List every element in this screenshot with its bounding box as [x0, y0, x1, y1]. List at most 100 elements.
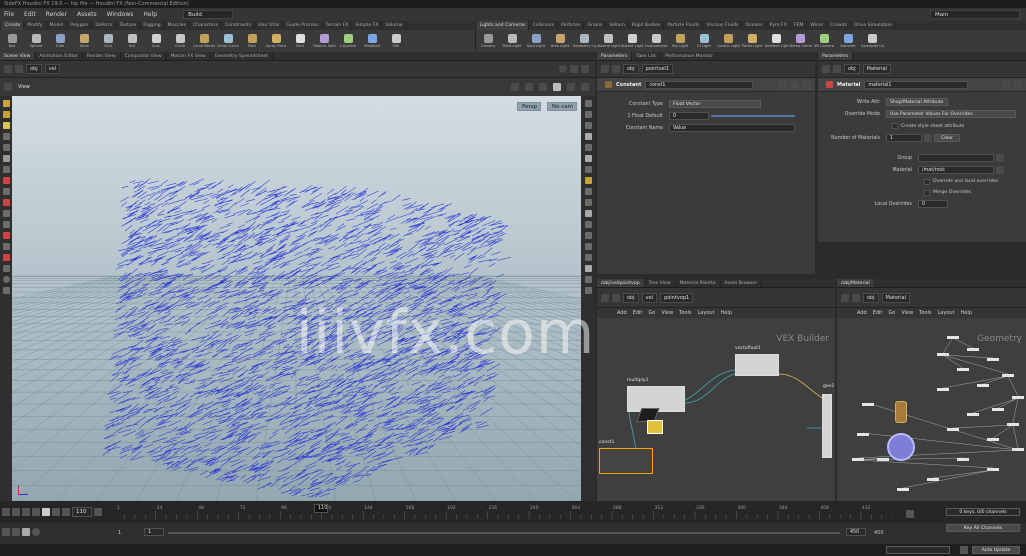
shelf-tab-simple-fx[interactable]: Simple FX — [352, 21, 383, 30]
key-options-icon[interactable] — [906, 510, 914, 518]
shelf-tab-model[interactable]: Model — [47, 21, 68, 30]
play-reverse-icon[interactable] — [22, 508, 30, 516]
shelf-tool-line[interactable]: Line — [144, 30, 168, 52]
playback-options-icon[interactable] — [22, 528, 30, 536]
menu-windows[interactable]: Windows — [105, 11, 136, 18]
key-all-channels-button[interactable]: Key All Channels — [946, 524, 1020, 532]
shelf-tool-spot-light[interactable]: Spot Light — [524, 30, 548, 52]
path-obj[interactable]: obj — [623, 64, 639, 74]
back-arrow-icon[interactable] — [822, 65, 830, 73]
backface-icon[interactable] — [584, 199, 592, 206]
forward-arrow-icon[interactable] — [612, 65, 620, 73]
material-path-field[interactable]: /mat/rock — [918, 166, 994, 174]
path-vel[interactable]: vel — [641, 292, 658, 303]
wireframe-icon[interactable] — [584, 133, 592, 140]
forward-arrow-icon[interactable] — [833, 65, 841, 73]
merge-overrides-checkbox[interactable] — [924, 189, 930, 196]
node-name-field[interactable]: const1 — [645, 80, 754, 89]
record-icon[interactable] — [2, 243, 10, 250]
shelf-tool-area-light[interactable]: Area Light — [548, 30, 572, 52]
persp-menu[interactable]: Persp — [517, 102, 541, 111]
viewport-layout-icon[interactable] — [581, 83, 589, 91]
range-end-field[interactable]: 450 — [846, 528, 866, 536]
shelf-tool-torus[interactable]: Torus — [72, 30, 96, 52]
shelf-tool-point-light[interactable]: Point Light — [500, 30, 524, 52]
shelf-tool-box[interactable]: Box — [0, 30, 24, 52]
shelf-tool-distant-light[interactable]: Distant Light — [620, 30, 644, 52]
local-overrides-checkbox[interactable] — [924, 178, 930, 185]
local-overrides-field[interactable]: 0 — [918, 200, 948, 208]
tab-parameters[interactable]: Parameters — [597, 52, 633, 60]
path-obj[interactable]: obj — [623, 292, 639, 303]
shelf-tab-particle-fluids[interactable]: Particle Fluids — [664, 21, 704, 30]
global-animation-icon[interactable] — [32, 528, 40, 536]
tab-scene-view[interactable]: Scene View — [0, 52, 36, 60]
guide-icon[interactable] — [584, 221, 592, 228]
clear-button[interactable]: Clear — [934, 134, 960, 142]
vectofloat-node[interactable] — [735, 354, 779, 376]
no-cam-menu[interactable]: No cam — [547, 102, 577, 111]
point-snap-icon[interactable] — [2, 199, 10, 206]
shelf-tool-vr-camera[interactable]: VR Camera — [812, 30, 836, 52]
prev-key-icon[interactable] — [12, 508, 20, 516]
shelf-tool-curve-bezier[interactable]: Curve Bezier — [192, 30, 216, 52]
forward-arrow-icon[interactable] — [15, 65, 23, 73]
sop-network-editor[interactable]: Add Edit Go View Tools Layout Help Geome… — [837, 308, 1026, 501]
normals-icon[interactable] — [584, 177, 592, 184]
update-mode-icon[interactable] — [960, 546, 968, 554]
home-icon[interactable] — [567, 83, 575, 91]
rotate-tool-icon[interactable] — [2, 122, 10, 129]
shelf-tool-font[interactable]: Font — [288, 30, 312, 52]
shelf-tool-null[interactable]: Null — [120, 30, 144, 52]
snap-icon[interactable] — [2, 177, 10, 184]
group-field[interactable] — [918, 154, 994, 162]
pane-menu-icon[interactable] — [581, 65, 589, 73]
desktop-select[interactable]: Build — [183, 10, 234, 19]
current-frame-marker[interactable]: 110 — [314, 504, 328, 513]
ghost-icon[interactable] — [584, 144, 592, 151]
shelf-tab-lights-and-cameras[interactable]: Lights and Cameras — [476, 21, 530, 30]
shelf-tool-spray-paint[interactable]: Spray Paint — [264, 30, 288, 52]
tab-tree-view[interactable]: Tree View — [645, 279, 676, 287]
shelf-tab-volume[interactable]: Volume — [382, 21, 407, 30]
material-browse-icon[interactable] — [996, 166, 1004, 174]
material-node[interactable] — [895, 401, 907, 423]
shelf-tool-stereo-camera[interactable]: Stereo Camera — [788, 30, 812, 52]
help-icon[interactable] — [791, 80, 799, 89]
shelf-tab-polygon[interactable]: Polygon — [67, 21, 93, 30]
pose-tool-icon[interactable] — [2, 155, 10, 162]
move-tool-icon[interactable] — [2, 111, 10, 118]
constant-name-field[interactable]: Value — [669, 124, 795, 132]
shelf-tab-guide-process[interactable]: Guide Process — [283, 21, 323, 30]
shelf-tool-ambient-light[interactable]: Ambient Light — [764, 30, 788, 52]
edge-snap-icon[interactable] — [2, 221, 10, 228]
tab-parameters[interactable]: Parameters — [818, 52, 854, 60]
menu-assets[interactable]: Assets — [75, 11, 99, 18]
forward-arrow-icon[interactable] — [612, 293, 620, 302]
shelf-tab-vellum[interactable]: Vellum — [606, 21, 629, 30]
shelf-tab-grains[interactable]: Grains — [584, 21, 607, 30]
rotate-handle-icon[interactable] — [525, 83, 533, 91]
pin-icon[interactable] — [559, 65, 567, 73]
tab-material-palette[interactable]: Material Palette — [676, 279, 721, 287]
shelf-tool-environment-light[interactable]: Environment Light — [644, 30, 668, 52]
shelf-tab-characters[interactable]: Characters — [190, 21, 223, 30]
shelf-tab-deform[interactable]: Deform — [92, 21, 117, 30]
shelf-tab-constraints[interactable]: Constraints — [222, 21, 256, 30]
path-pointvop[interactable]: pointvop1 — [660, 292, 694, 303]
menu-render[interactable]: Render — [44, 11, 69, 18]
shelf-tab-rigging[interactable]: Rigging — [140, 21, 165, 30]
path-material[interactable]: Material — [862, 64, 891, 74]
vop-network-editor[interactable]: Add Edit Go View Tools Layout Help VEX B… — [597, 308, 835, 501]
scene-viewport[interactable]: Persp No cam — [12, 96, 581, 501]
shelf-tab-create[interactable]: Create — [2, 21, 25, 30]
points-display-icon[interactable] — [584, 166, 592, 173]
stop-icon[interactable] — [32, 508, 40, 516]
tab-geometry-spreadsheet[interactable]: Geometry Spreadsheet — [211, 52, 273, 60]
scale-tool-icon[interactable] — [2, 133, 10, 140]
workspace-select[interactable]: Main — [930, 10, 1020, 19]
shelf-tab-muscles[interactable]: Muscles — [165, 21, 190, 30]
path-pointvel[interactable]: pointvel1 — [641, 64, 673, 74]
path-vel[interactable]: vel — [44, 64, 61, 74]
shelf-tab-crowds[interactable]: Crowds — [827, 21, 851, 30]
